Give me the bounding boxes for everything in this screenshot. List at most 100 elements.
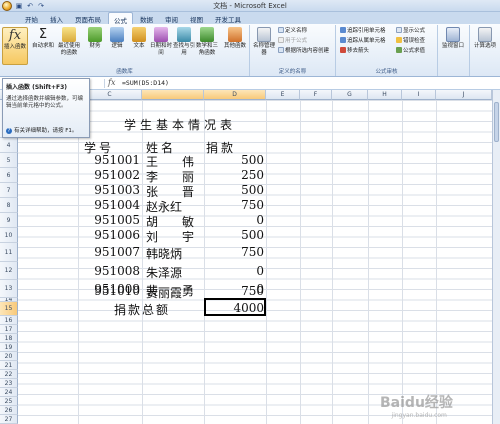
column-header-h[interactable]: H (368, 90, 402, 100)
cell-name[interactable]: 贾丽霞 (146, 284, 182, 301)
vertical-scrollbar[interactable] (492, 90, 500, 424)
row-header-12[interactable]: 12 (0, 262, 18, 280)
cell-id[interactable]: 951002 (80, 168, 140, 182)
tab-formulas[interactable]: 公式 (108, 12, 133, 25)
cell-donation[interactable]: 750 (206, 245, 264, 259)
watermark: Baidu经验 jingyan.baidu.com (380, 395, 453, 419)
row-header-21[interactable]: 21 (0, 361, 18, 370)
financial-button[interactable]: 财务 (84, 27, 106, 50)
calculation-options-button[interactable]: 计算选项 (474, 27, 496, 50)
tab-insert[interactable]: 插入 (45, 12, 68, 24)
cell-donation[interactable]: 750 (206, 284, 264, 298)
more-functions-button[interactable]: 其他函数 (222, 27, 248, 50)
row-header-6[interactable]: 6 (0, 168, 18, 183)
column-header-g[interactable]: G (332, 90, 368, 100)
row-header-16[interactable]: 16 (0, 316, 18, 325)
cell-id[interactable]: 951004 (80, 198, 140, 212)
row-header-27[interactable]: 27 (0, 415, 18, 424)
cell-donation[interactable]: 0 (206, 213, 264, 227)
cell-donation[interactable]: 750 (206, 198, 264, 212)
watch-window-button[interactable]: 监视窗口 (442, 27, 464, 50)
error-checking-button[interactable]: 错误检查 (396, 37, 425, 45)
grid-vline (266, 100, 267, 424)
column-header-c-sel[interactable] (142, 90, 204, 100)
cell-donation[interactable]: 500 (206, 183, 264, 197)
tab-page-layout[interactable]: 页面布局 (70, 12, 106, 24)
cell-id[interactable]: 951003 (80, 183, 140, 197)
cell-id[interactable]: 951008 (80, 264, 140, 278)
total-label: 捐款总额 (114, 303, 171, 317)
cell-donation[interactable]: 500 (206, 228, 264, 242)
row-header-22[interactable]: 22 (0, 370, 18, 379)
cell-name[interactable]: 韩晓炳 (146, 245, 182, 262)
row-header-4[interactable]: 4 (0, 138, 18, 153)
cell-donation[interactable]: 0 (206, 264, 264, 278)
cell-id[interactable]: 951010 (80, 284, 140, 298)
formula-input[interactable]: =SUM(D5:D14) (122, 79, 169, 87)
row-header-20[interactable]: 20 (0, 352, 18, 361)
cell-name[interactable]: 朱泽源 (146, 264, 182, 281)
selected-cell-d15[interactable] (204, 298, 266, 316)
evaluate-formula-button[interactable]: 公式求值 (396, 47, 425, 55)
cell-donation[interactable]: 500 (206, 153, 264, 167)
row-header-26[interactable]: 26 (0, 406, 18, 415)
column-header-i[interactable]: I (402, 90, 436, 100)
name-manager-button[interactable]: 名称管理器 (253, 27, 275, 56)
fx-icon[interactable]: fx (108, 78, 115, 87)
ribbon: fx 插入函数 Σ 自动求和 最近使用的函数 财务 逻辑 文本 日期和时间 查找… (0, 24, 500, 77)
row-header-25[interactable]: 25 (0, 397, 18, 406)
remove-arrows-button[interactable]: 移去箭头 (340, 47, 369, 55)
formula-bar-divider (104, 79, 105, 88)
insert-function-tooltip: 插入函数 (Shift+F3) 通过选择函数并编辑参数，可编辑当前单元格中的公式… (2, 78, 90, 138)
row-header-15[interactable]: 15 (0, 302, 18, 316)
scrollbar-thumb[interactable] (494, 102, 499, 142)
row-header-19[interactable]: 19 (0, 343, 18, 352)
trace-dependents-button[interactable]: 追踪从属单元格 (340, 37, 386, 45)
row-header-24[interactable]: 24 (0, 388, 18, 397)
tooltip-title: 插入函数 (Shift+F3) (6, 84, 68, 91)
cell-id[interactable]: 951005 (80, 213, 140, 227)
insert-function-button[interactable]: fx 插入函数 (2, 27, 28, 65)
tab-view[interactable]: 视图 (185, 12, 208, 24)
cell-id[interactable]: 951007 (80, 245, 140, 259)
trace-precedents-button[interactable]: 追踪引用单元格 (340, 27, 386, 35)
show-formulas-button[interactable]: 显示公式 (396, 27, 425, 35)
row-header-13[interactable]: 13 (0, 280, 18, 298)
column-header-f[interactable]: F (300, 90, 332, 100)
row-header-17[interactable]: 17 (0, 325, 18, 334)
tab-developer[interactable]: 开发工具 (210, 12, 246, 24)
row-header-7[interactable]: 7 (0, 183, 18, 198)
cell-name[interactable]: 刘 宇 (146, 228, 194, 245)
text-button[interactable]: 文本 (128, 27, 150, 50)
create-from-selection-button[interactable]: 根据所选内容创建 (278, 47, 329, 55)
column-header-e[interactable]: E (266, 90, 300, 100)
row-header-18[interactable]: 18 (0, 334, 18, 343)
row-header-11[interactable]: 11 (0, 243, 18, 262)
row-header-9[interactable]: 9 (0, 213, 18, 228)
cell-donation[interactable]: 250 (206, 168, 264, 182)
logical-button[interactable]: 逻辑 (106, 27, 128, 50)
define-name-icon (278, 27, 284, 33)
define-name-button[interactable]: 定义名称 (278, 27, 307, 35)
tab-data[interactable]: 数据 (135, 12, 158, 24)
column-header-d[interactable]: D (204, 90, 266, 100)
use-in-formula-button[interactable]: 用于公式 (278, 37, 307, 45)
grid-vline (332, 100, 333, 424)
trace-precedents-icon (340, 27, 346, 33)
row-header-10[interactable]: 10 (0, 228, 18, 243)
row-header-8[interactable]: 8 (0, 198, 18, 213)
cell-id[interactable]: 951006 (80, 228, 140, 242)
column-header-j[interactable]: J (436, 90, 492, 100)
lookup-button[interactable]: 查找与引用 (173, 27, 195, 56)
recent-functions-button[interactable]: 最近使用的函数 (58, 27, 80, 56)
row-header-5[interactable]: 5 (0, 153, 18, 168)
tab-home[interactable]: 开始 (20, 12, 43, 24)
autosum-button[interactable]: Σ 自动求和 (32, 27, 54, 50)
calculation-group: 计算选项 (470, 25, 500, 76)
row-header-23[interactable]: 23 (0, 379, 18, 388)
cell-id[interactable]: 951001 (80, 153, 140, 167)
tab-review[interactable]: 审阅 (160, 12, 183, 24)
function-library-group: fx 插入函数 Σ 自动求和 最近使用的函数 财务 逻辑 文本 日期和时间 查找… (0, 25, 250, 76)
datetime-button[interactable]: 日期和时间 (150, 27, 172, 56)
math-trig-button[interactable]: 数学和三角函数 (196, 27, 218, 56)
